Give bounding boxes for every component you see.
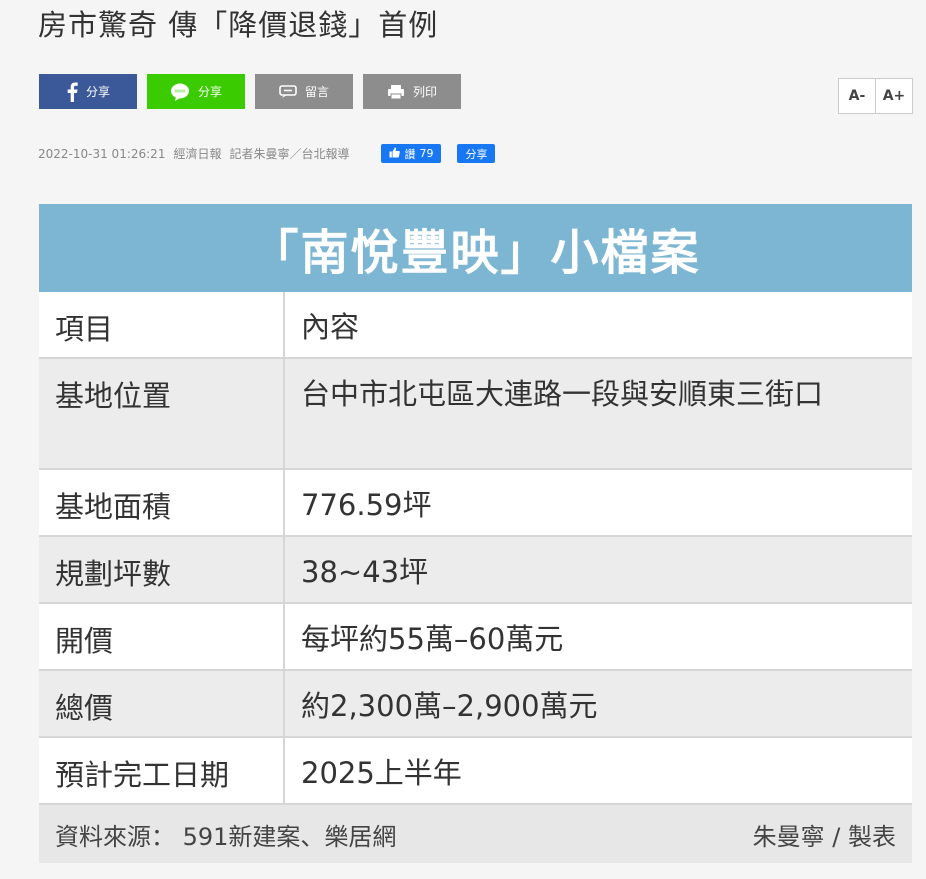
font-decrease-button[interactable]: A- — [839, 79, 875, 113]
table-row: 預計完工日期 2025上半年 — [39, 738, 912, 805]
row-key: 規劃坪數 — [39, 537, 285, 602]
row-value: 776.59坪 — [301, 488, 432, 522]
fb-share-pill[interactable]: 分享 — [457, 144, 496, 163]
row-value: 台中市北屯區大連路一段與安順東三街口 — [301, 377, 824, 411]
publish-datetime: 2022-10-31 01:26:21 — [38, 146, 166, 161]
reporter: 記者朱曼寧／台北報導 — [229, 147, 350, 161]
printer-icon — [387, 84, 405, 100]
line-icon — [170, 83, 190, 101]
font-size-controls: A- A+ — [838, 78, 913, 114]
row-key: 開價 — [39, 604, 285, 669]
row-key: 總價 — [39, 671, 285, 736]
comment-button[interactable]: 留言 — [255, 74, 353, 109]
table-row: 項目 內容 — [39, 292, 912, 359]
print-button[interactable]: 列印 — [363, 74, 461, 109]
table-row: 開價 每坪約55萬–60萬元 — [39, 604, 912, 671]
table-row: 基地面積 776.59坪 — [39, 470, 912, 537]
facebook-share-label: 分享 — [85, 85, 110, 99]
social-pills: 讚 79 分享 — [381, 144, 496, 163]
thumbs-up-icon — [389, 147, 401, 161]
row-key: 預計完工日期 — [39, 738, 285, 803]
facebook-icon — [66, 82, 78, 102]
row-value: 2025上半年 — [301, 756, 462, 790]
comment-icon — [279, 84, 297, 99]
table-credit: 朱曼寧 / 製表 — [752, 822, 896, 851]
like-label: 讚 — [404, 147, 416, 161]
data-source: 資料來源： 591新建案、樂居網 — [55, 822, 397, 851]
fact-sheet-card: 「南悅豐映」小檔案 項目 內容 基地位置 台中市北屯區大連路一段與安順東三街口 … — [39, 204, 912, 863]
article-headline: 房市驚奇 傳「降價退錢」首例 — [38, 8, 439, 42]
print-label: 列印 — [412, 85, 437, 99]
news-source: 經濟日報 — [173, 147, 222, 161]
table-row: 總價 約2,300萬–2,900萬元 — [39, 671, 912, 738]
row-value: 38~43坪 — [301, 555, 429, 589]
table-row: 規劃坪數 38~43坪 — [39, 537, 912, 604]
row-value: 約2,300萬–2,900萬元 — [301, 689, 598, 723]
line-share-button[interactable]: 分享 — [147, 74, 245, 109]
row-key: 項目 — [39, 292, 285, 357]
fact-sheet-title: 「南悅豐映」小檔案 — [39, 204, 912, 292]
row-key: 基地面積 — [39, 470, 285, 535]
like-button[interactable]: 讚 79 — [381, 144, 442, 163]
fact-sheet-footer: 資料來源： 591新建案、樂居網 朱曼寧 / 製表 — [39, 805, 912, 863]
row-value: 內容 — [301, 310, 360, 344]
line-share-label: 分享 — [197, 85, 222, 99]
article-meta: 2022-10-31 01:26:21 經濟日報 記者朱曼寧／台北報導 讚 79… — [38, 144, 496, 163]
share-toolbar: 分享 分享 留言 列印 — [39, 74, 461, 109]
font-increase-button[interactable]: A+ — [875, 79, 912, 113]
facebook-share-button[interactable]: 分享 — [39, 74, 137, 109]
row-key: 基地位置 — [39, 359, 285, 468]
comment-label: 留言 — [304, 85, 329, 99]
like-count: 79 — [419, 147, 434, 160]
row-value: 每坪約55萬–60萬元 — [301, 622, 564, 656]
table-row: 基地位置 台中市北屯區大連路一段與安順東三街口 — [39, 359, 912, 470]
